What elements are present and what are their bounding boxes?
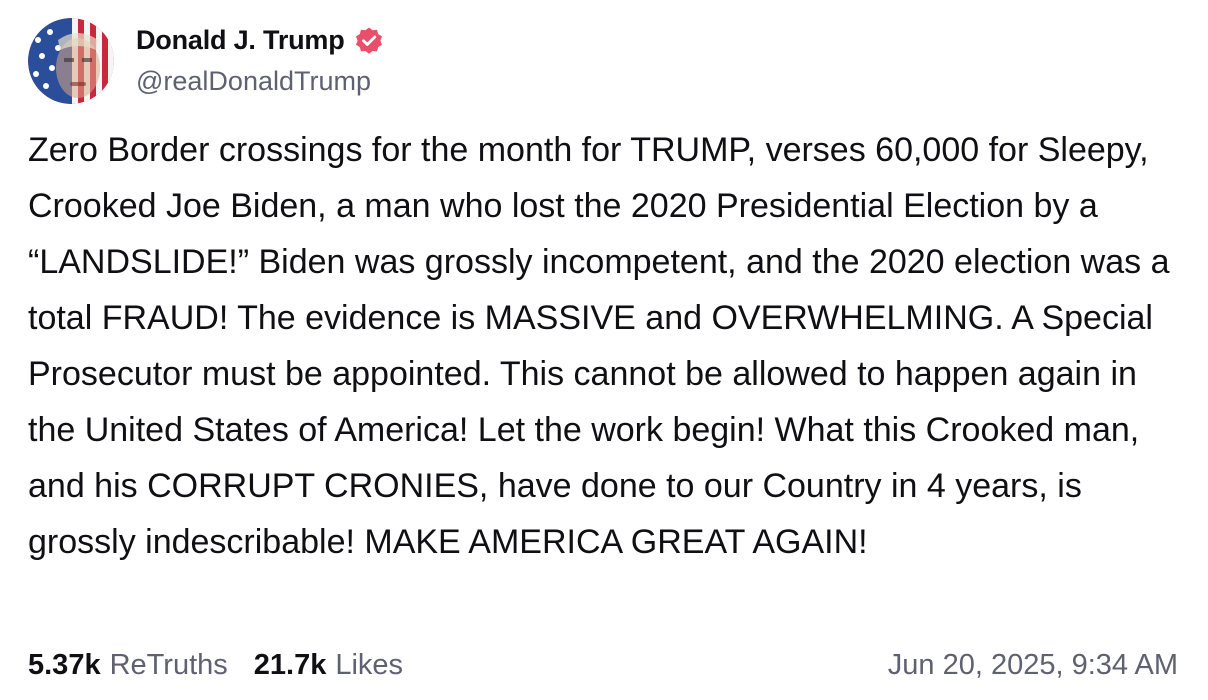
- author-identity: Donald J. Trump @realDonaldTrump: [136, 25, 384, 97]
- post-footer: 5.37k ReTruths 21.7k Likes Jun 20, 2025,…: [28, 642, 1178, 688]
- author-handle[interactable]: @realDonaldTrump: [136, 66, 384, 97]
- verified-badge-icon: [354, 26, 384, 56]
- retruths-label: ReTruths: [109, 648, 228, 681]
- avatar[interactable]: [28, 18, 114, 104]
- post-text: Zero Border crossings for the month for …: [28, 131, 1170, 561]
- name-row: Donald J. Trump: [136, 25, 384, 56]
- likes-label: Likes: [335, 648, 404, 681]
- post-timestamp[interactable]: Jun 20, 2025, 9:34 AM: [888, 649, 1178, 682]
- post-header: Donald J. Trump @realDonaldTrump: [28, 18, 384, 104]
- author-display-name[interactable]: Donald J. Trump: [136, 25, 345, 56]
- retruths-count: 5.37k: [28, 648, 101, 681]
- flag-portrait-avatar-icon: [28, 18, 114, 104]
- likes-stat[interactable]: 21.7k Likes: [254, 649, 403, 682]
- likes-count: 21.7k: [253, 648, 327, 681]
- retruths-stat[interactable]: 5.37k ReTruths: [28, 649, 228, 682]
- truth-post: Donald J. Trump @realDonaldTrump Zero Bo…: [0, 0, 1208, 700]
- post-stats: 5.37k ReTruths 21.7k Likes: [28, 649, 429, 682]
